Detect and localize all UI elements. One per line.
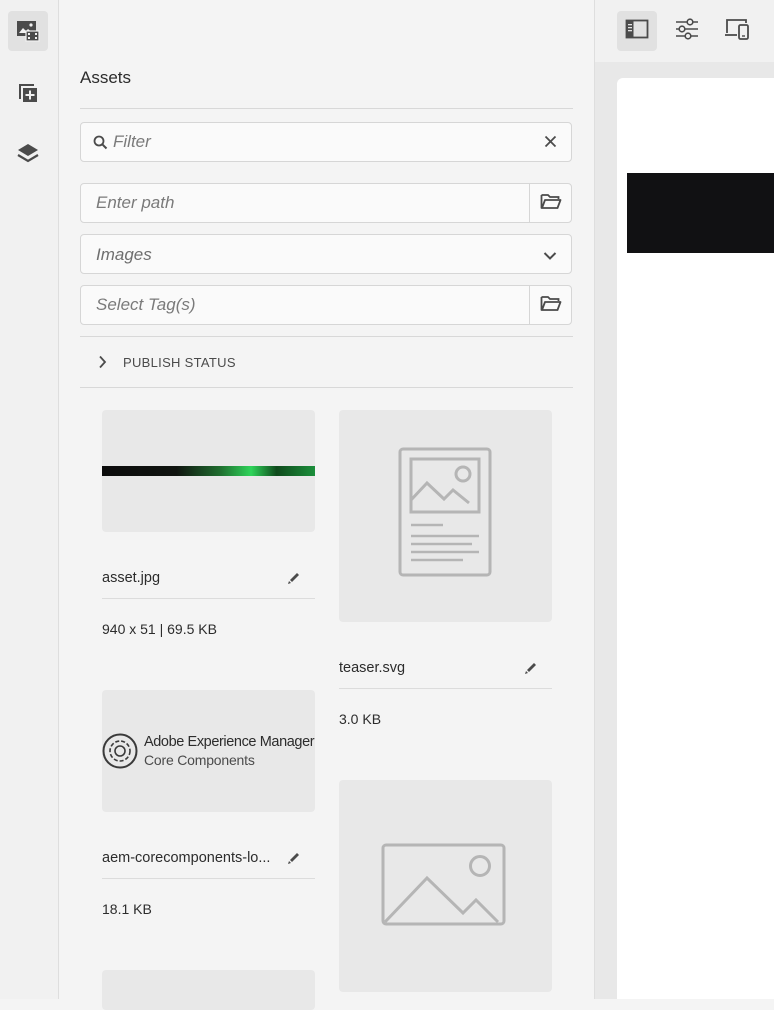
- search-icon: [93, 135, 108, 155]
- tags-input[interactable]: [96, 286, 516, 324]
- publish-status-label: PUBLISH STATUS: [123, 355, 236, 370]
- asset-card[interactable]: [339, 780, 552, 999]
- folder-icon: [540, 192, 562, 215]
- asset-finder-button[interactable]: [8, 11, 48, 51]
- logo-line-1: Adobe Experience Manager: [144, 734, 315, 750]
- asset-finder-icon: [16, 20, 40, 42]
- asset-thumbnail: [102, 410, 315, 532]
- image-placeholder-icon: [381, 843, 507, 932]
- aem-logo-icon: [102, 733, 138, 774]
- panel-title: Assets: [80, 68, 132, 87]
- layers-button[interactable]: [8, 133, 48, 173]
- asset-card[interactable]: [102, 970, 315, 1010]
- folder-icon: [540, 294, 562, 317]
- asset-thumbnail: [339, 410, 552, 622]
- logo-line-2: Core Components: [144, 752, 255, 768]
- browse-path-button[interactable]: [529, 184, 571, 222]
- properties-button[interactable]: [667, 11, 707, 51]
- path-field: [80, 183, 572, 223]
- components-icon: [17, 82, 39, 104]
- asset-name: aem-corecomponents-lo...: [102, 850, 271, 866]
- browse-tags-button[interactable]: [529, 286, 571, 324]
- filter-input[interactable]: [113, 123, 533, 161]
- divider: [80, 108, 573, 109]
- publish-status-toggle[interactable]: PUBLISH STATUS: [80, 337, 573, 387]
- editor-toolbar: [594, 0, 774, 62]
- edit-icon[interactable]: [524, 661, 538, 680]
- asset-name: asset.jpg: [102, 570, 161, 586]
- edit-icon[interactable]: [287, 571, 301, 590]
- asset-card[interactable]: Adobe Experience Manager Core Components…: [102, 690, 315, 920]
- asset-thumbnail: Adobe Experience Manager Core Components: [102, 690, 315, 812]
- divider: [102, 598, 315, 599]
- layers-icon: [16, 141, 40, 165]
- asset-meta: 3.0 KB: [339, 711, 382, 727]
- path-input[interactable]: [96, 184, 516, 222]
- assets-panel: Assets I: [59, 0, 594, 1010]
- asset-thumbnail: [339, 780, 552, 992]
- divider: [80, 387, 573, 388]
- asset-type-select[interactable]: Images: [80, 234, 572, 274]
- chevron-down-icon: [543, 248, 557, 266]
- asset-name: teaser.svg: [339, 660, 406, 676]
- properties-icon: [675, 17, 699, 45]
- page-image-component[interactable]: [627, 173, 774, 253]
- components-button[interactable]: [8, 73, 48, 113]
- asset-thumbnail: [102, 970, 315, 1010]
- toggle-side-panel-button[interactable]: [617, 11, 657, 51]
- edit-icon[interactable]: [287, 851, 301, 870]
- clear-icon[interactable]: [544, 135, 557, 153]
- filter-field: [80, 122, 572, 162]
- left-rail: [0, 0, 59, 999]
- tags-field: [80, 285, 572, 325]
- asset-card[interactable]: asset.jpg 940 x 51 | 69.5 KB: [102, 410, 315, 650]
- asset-card[interactable]: teaser.svg 3.0 KB: [339, 410, 552, 740]
- chevron-right-icon: [98, 355, 107, 374]
- asset-meta: 940 x 51 | 69.5 KB: [102, 621, 217, 637]
- divider: [339, 688, 552, 689]
- emulator-button[interactable]: [717, 11, 757, 51]
- side-panel-icon: [625, 19, 649, 44]
- emulator-icon: [724, 18, 750, 45]
- asset-type-value: Images: [96, 245, 152, 264]
- divider: [102, 878, 315, 879]
- asset-meta: 18.1 KB: [102, 901, 152, 917]
